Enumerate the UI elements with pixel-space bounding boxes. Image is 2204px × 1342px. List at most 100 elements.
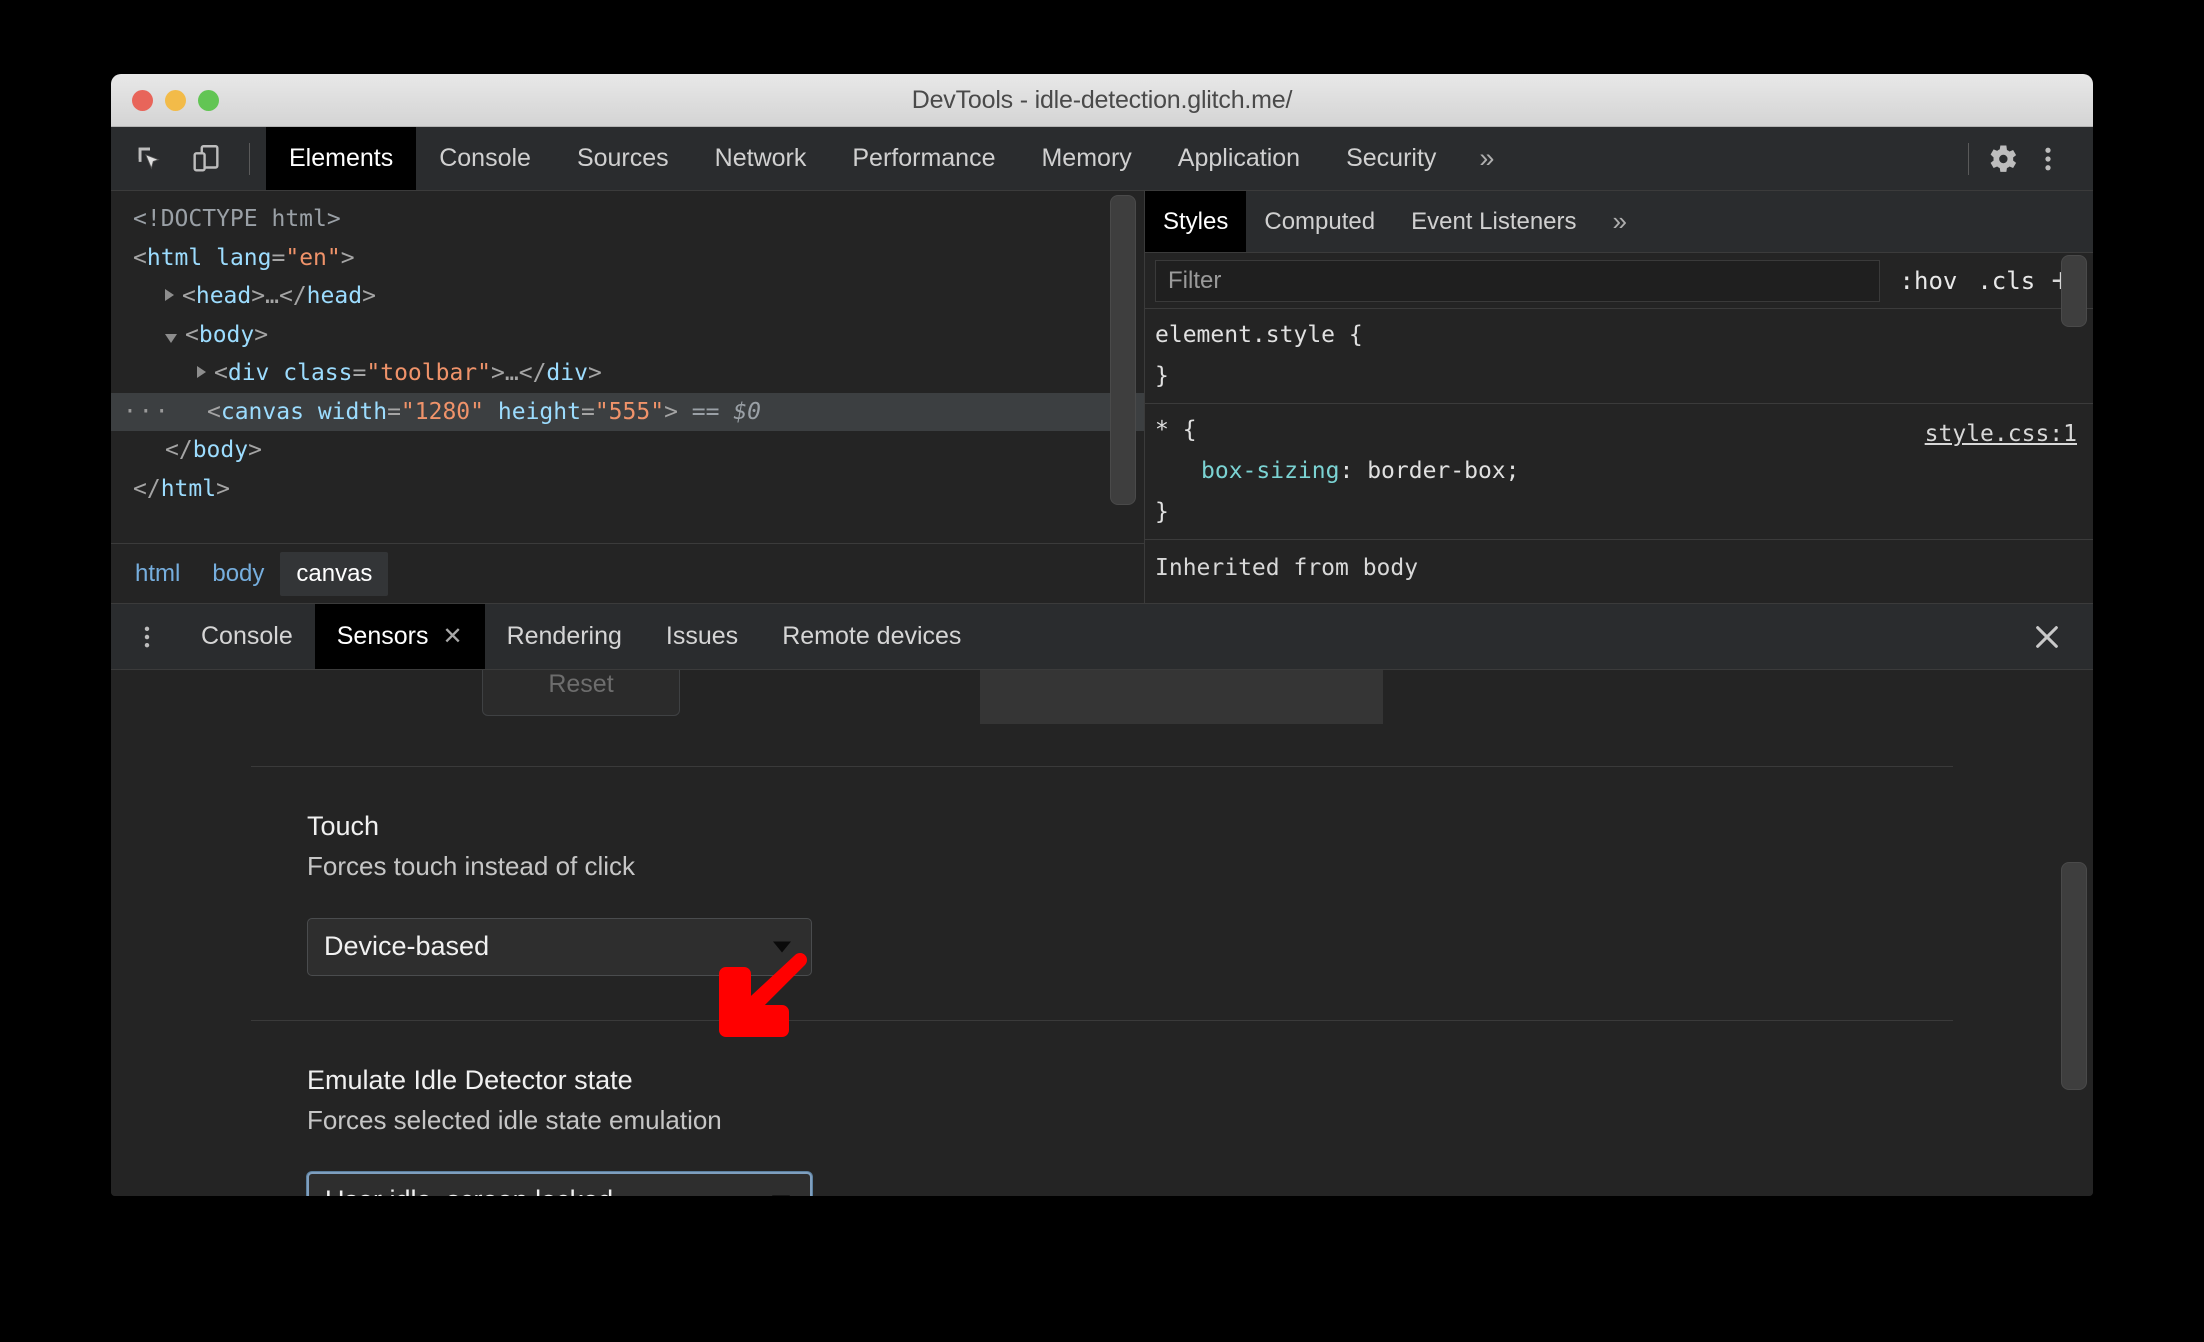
tab-console[interactable]: Console [416, 127, 554, 190]
angle-close-2: > [251, 283, 266, 309]
drawer-tab-console[interactable]: Console [179, 604, 315, 669]
drawer-tab-rendering[interactable]: Rendering [485, 604, 644, 669]
tab-sources[interactable]: Sources [554, 127, 692, 190]
angle-close-1: > [340, 244, 355, 271]
breadcrumb-item-html[interactable]: html [119, 552, 196, 596]
expand-arrow-div-icon[interactable] [197, 366, 206, 378]
styles-scrollbar[interactable] [2061, 255, 2087, 595]
equals-3: = [387, 398, 401, 425]
tab-event-listeners[interactable]: Event Listeners [1393, 191, 1594, 252]
inspect-element-icon[interactable] [127, 136, 173, 182]
drawer-tab-remote-devices[interactable]: Remote devices [760, 604, 983, 669]
styles-more-tabs-icon[interactable]: » [1595, 191, 1645, 252]
dom-line-canvas-selected[interactable]: ··· <canvas width="1280" height="555"> ==… [111, 392, 1144, 432]
dom-line-div-toolbar[interactable]: <div class="toolbar">…</div> [111, 354, 1144, 393]
tab-application[interactable]: Application [1155, 127, 1323, 190]
drawer-tab-issues[interactable]: Issues [644, 604, 760, 669]
idle-section-subtitle: Forces selected idle state emulation [307, 1104, 722, 1135]
sensors-panel: Reset Touch Forces touch instead of clic… [111, 670, 2093, 1196]
tab-computed[interactable]: Computed [1246, 191, 1393, 252]
idle-state-select-value: User idle, screen locked [325, 1185, 613, 1196]
reset-button[interactable]: Reset [482, 670, 680, 716]
drawer-tabs: Console Sensors ✕ Rendering Issues Remot… [111, 604, 2093, 670]
angle-close-6: > [587, 360, 602, 386]
dom-tree-scrollbar[interactable] [1110, 195, 1136, 515]
space-4 [484, 399, 498, 425]
toggle-class-cls-button[interactable]: .cls [1967, 267, 2045, 295]
tab-performance[interactable]: Performance [829, 127, 1018, 190]
tag-div-close: div [546, 360, 588, 386]
tag-html-close: html [160, 475, 217, 502]
tag-head: head [195, 283, 252, 309]
row-options-icon[interactable]: ··· [123, 393, 171, 432]
styles-scrollbar-thumb[interactable] [2061, 255, 2087, 327]
angle-open: < [133, 244, 147, 271]
angle-open-7: < [207, 398, 221, 425]
drawer-tab-console-label: Console [201, 622, 293, 650]
angle-open-5: < [214, 360, 228, 386]
dom-tree[interactable]: <!DOCTYPE html> <html lang="en"> <head>…… [111, 191, 1144, 543]
style-rule-element-style[interactable]: element.style { } [1145, 309, 2093, 404]
drawer-tab-sensors[interactable]: Sensors ✕ [314, 604, 485, 669]
drawer-scrollbar-thumb[interactable] [2061, 862, 2087, 1090]
tag-body: body [198, 321, 255, 348]
sensors-input-field[interactable] [980, 670, 1383, 724]
dom-line-body-close[interactable]: </body> [111, 431, 1144, 470]
rule-close-brace-2: } [1155, 499, 1169, 525]
drawer-tab-issues-label: Issues [665, 622, 739, 650]
equals-2: = [352, 360, 367, 386]
angle-close-7: > [664, 398, 678, 425]
dom-tree-scrollbar-thumb[interactable] [1110, 195, 1136, 505]
toolbar-left-icons [111, 127, 266, 190]
tab-elements[interactable]: Elements [266, 127, 417, 190]
tag-head-close: head [306, 283, 363, 309]
angle-open-3: </ [278, 283, 307, 309]
breadcrumb-item-canvas[interactable]: canvas [280, 551, 389, 596]
drawer-scrollbar[interactable] [2061, 700, 2087, 1090]
tab-security[interactable]: Security [1323, 127, 1459, 190]
rule-source-link[interactable]: style.css:1 [1925, 414, 2077, 455]
drawer-menu-icon[interactable] [111, 604, 179, 669]
tab-memory[interactable]: Memory [1018, 127, 1154, 190]
dom-line-html[interactable]: <html lang="en"> [111, 239, 1144, 278]
styles-filter-input[interactable] [1155, 259, 1880, 302]
dom-line-body[interactable]: <body> [111, 316, 1144, 355]
rule-selector-element-style: element.style { [1155, 322, 1363, 348]
drawer-tab-remote-devices-label: Remote devices [782, 622, 962, 650]
close-sensors-tab-icon[interactable]: ✕ [442, 622, 462, 651]
touch-section-title: Touch [307, 811, 380, 841]
dom-line-html-close[interactable]: </html> [111, 470, 1144, 509]
tab-network[interactable]: Network [692, 127, 830, 190]
gear-icon[interactable] [1979, 136, 2025, 182]
kebab-menu-icon[interactable] [2025, 136, 2071, 182]
angle-open-6: </ [518, 360, 547, 386]
toggle-pseudo-hov-button[interactable]: :hov [1890, 267, 1968, 295]
more-panels-icon[interactable]: » [1459, 127, 1514, 190]
close-drawer-button[interactable] [2031, 604, 2093, 669]
rule-close-brace-1: } [1155, 363, 1169, 389]
idle-state-select[interactable]: User idle, screen locked [307, 1171, 812, 1196]
device-toolbar-icon[interactable] [183, 136, 229, 182]
panel-tabs: Elements Console Sources Network Perform… [266, 127, 1514, 190]
breadcrumb-item-body[interactable]: body [196, 552, 280, 596]
style-rule-universal[interactable]: * { style.css:1 box-sizing: border-box; … [1145, 404, 2093, 540]
angle-close-5: > [491, 360, 505, 386]
declaration-box-sizing[interactable]: box-sizing: border-box; [1155, 451, 2093, 492]
angle-close-9: > [216, 475, 230, 502]
dom-line-doctype[interactable]: <!DOCTYPE html> [111, 200, 1144, 239]
div-ellipsis: … [504, 360, 519, 386]
tag-html: html [146, 244, 203, 271]
collapse-arrow-body-icon[interactable] [165, 333, 177, 343]
sensors-scrolled-section: Reset [111, 670, 2093, 766]
expand-arrow-head-icon[interactable] [165, 289, 174, 301]
chevron-down-icon-idle [772, 1195, 790, 1196]
window-title: DevTools - idle-detection.glitch.me/ [911, 85, 1293, 114]
dom-line-head[interactable]: <head>…</head> [111, 277, 1144, 316]
tab-styles[interactable]: Styles [1145, 191, 1247, 252]
doctype-text: <!DOCTYPE html> [133, 206, 341, 232]
angle-open-8: </ [165, 437, 193, 463]
styles-pane: Styles Computed Event Listeners » :hov .… [1145, 191, 2093, 603]
head-ellipsis: … [265, 283, 279, 309]
tag-body-close: body [192, 437, 249, 463]
